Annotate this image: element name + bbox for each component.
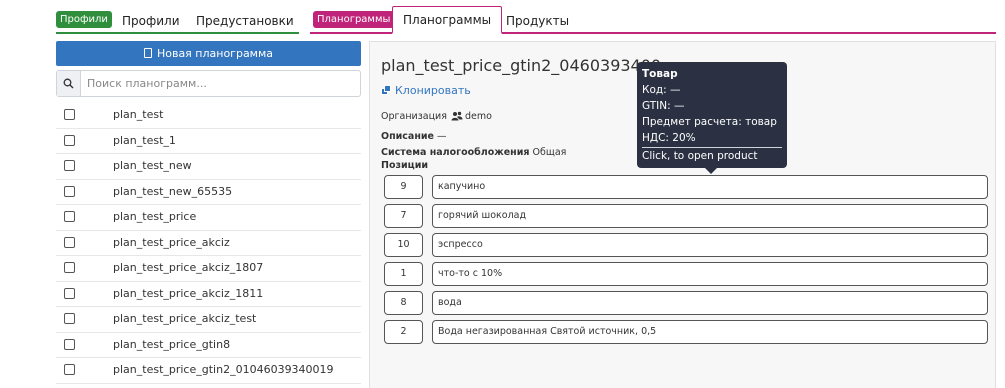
list-item[interactable]: plan_test_1 xyxy=(56,129,361,154)
list-item[interactable]: plan_test xyxy=(56,103,361,129)
search-box xyxy=(56,70,361,97)
tooltip-hint: Click, to open product xyxy=(642,150,758,162)
description-label: Описание xyxy=(381,131,435,142)
organization-line: Организация demo xyxy=(381,111,492,122)
row-checkbox[interactable] xyxy=(64,262,75,273)
planogram-name[interactable]: plan_test_price_gtin2_01046039340019 xyxy=(113,363,334,376)
tab-profiles[interactable]: Профили xyxy=(122,10,180,32)
profiles-tab-underline xyxy=(56,32,299,34)
position-row: 8 вода xyxy=(384,291,988,320)
clone-icon xyxy=(381,85,391,95)
list-item[interactable]: plan_test_price_akciz_1811 xyxy=(56,282,361,307)
position-product[interactable]: вода xyxy=(432,291,988,315)
description-line: Описание — xyxy=(381,131,447,142)
clone-link[interactable]: Клонировать xyxy=(381,84,471,97)
tab-planograms[interactable]: Планограммы xyxy=(392,6,503,34)
planogram-name[interactable]: plan_test xyxy=(113,108,163,121)
row-checkbox[interactable] xyxy=(64,364,75,375)
clone-label: Клонировать xyxy=(395,84,471,97)
position-row: 1 что-то с 10% xyxy=(384,262,988,291)
taxation-line: Система налогообложения Общая xyxy=(381,147,566,158)
position-quantity[interactable]: 10 xyxy=(384,233,423,257)
tooltip-vat: НДС: 20% xyxy=(642,132,696,144)
tooltip-gtin: GTIN: — xyxy=(642,100,685,112)
position-quantity[interactable]: 1 xyxy=(384,262,423,286)
planogram-list: plan_test plan_test_1 plan_test_new plan_te… xyxy=(56,103,361,384)
row-checkbox[interactable] xyxy=(64,160,75,171)
list-item[interactable]: plan_test_price_akciz xyxy=(56,231,361,256)
position-product[interactable]: капучино xyxy=(432,175,988,199)
organization-value[interactable]: demo xyxy=(465,111,492,122)
row-checkbox[interactable] xyxy=(64,211,75,222)
new-planogram-button[interactable]: Новая планограмма xyxy=(56,41,361,66)
position-quantity[interactable]: 8 xyxy=(384,291,423,315)
organization-label: Организация xyxy=(381,111,447,122)
planogram-name[interactable]: plan_test_new xyxy=(113,159,192,172)
row-checkbox[interactable] xyxy=(64,109,75,120)
list-item[interactable]: plan_test_price_akciz_1807 xyxy=(56,256,361,282)
tab-presets[interactable]: Предустановки xyxy=(196,10,294,32)
position-row: 10 эспрессо xyxy=(384,233,988,262)
planogram-name[interactable]: plan_test_price_akciz_1807 xyxy=(113,261,263,274)
search-input[interactable] xyxy=(87,71,357,96)
position-product[interactable]: Вода негазированная Святой источник, 0,5 xyxy=(432,320,988,344)
positions-heading: Позиции xyxy=(381,160,429,171)
list-item[interactable]: plan_test_price_gtin8 xyxy=(56,333,361,358)
planogram-name[interactable]: plan_test_price_akciz_test xyxy=(113,312,256,325)
positions-list: 9 капучино 7 горячий шоколад 10 эспрессо 1 что-… xyxy=(384,175,988,349)
taxation-value: Общая xyxy=(532,147,567,158)
position-row: 9 капучино xyxy=(384,175,988,204)
tab-products[interactable]: Продукты xyxy=(506,10,569,32)
tooltip-code: Код: — xyxy=(642,84,681,96)
search-icon xyxy=(57,71,81,96)
list-item[interactable]: plan_test_price_gtin2_01046039340019 xyxy=(56,358,361,384)
description-value: — xyxy=(437,131,447,142)
position-product[interactable]: горячий шоколад xyxy=(432,204,988,228)
position-row: 7 горячий шоколад xyxy=(384,204,988,233)
product-tooltip[interactable]: Товар Код: — GTIN: — Предмет расчета: то… xyxy=(637,62,787,168)
position-row: 2 Вода негазированная Святой источник, 0,… xyxy=(384,320,988,349)
planogram-name[interactable]: plan_test_price_akciz_1811 xyxy=(113,287,263,300)
planogram-name[interactable]: plan_test_1 xyxy=(113,134,176,147)
planograms-section-badge: Планограммы xyxy=(313,11,395,28)
new-planogram-label: Новая планограмма xyxy=(156,47,274,60)
planogram-title: plan_test_price_gtin2_0460393400 xyxy=(381,56,662,75)
tooltip-subject: Предмет расчета: товар xyxy=(642,116,777,128)
planogram-name[interactable]: plan_test_price xyxy=(113,210,196,223)
document-icon xyxy=(143,48,152,58)
tooltip-title: Товар xyxy=(642,68,678,80)
position-quantity[interactable]: 7 xyxy=(384,204,423,228)
users-icon xyxy=(451,111,463,121)
planogram-name[interactable]: plan_test_new_65535 xyxy=(113,185,232,198)
profiles-section-badge: Профили xyxy=(56,11,112,28)
position-product[interactable]: что-то с 10% xyxy=(432,262,988,286)
row-checkbox[interactable] xyxy=(64,236,75,248)
row-checkbox[interactable] xyxy=(64,338,75,350)
position-product[interactable]: эспрессо xyxy=(432,233,988,257)
planogram-name[interactable]: plan_test_price_gtin8 xyxy=(113,338,230,351)
row-checkbox[interactable] xyxy=(64,134,75,146)
tooltip-arrow xyxy=(705,168,717,174)
row-checkbox[interactable] xyxy=(64,185,75,197)
position-quantity[interactable]: 2 xyxy=(384,320,423,344)
list-item[interactable]: plan_test_new_65535 xyxy=(56,180,361,205)
list-item[interactable]: plan_test_new xyxy=(56,154,361,180)
row-checkbox[interactable] xyxy=(64,287,75,299)
planogram-name[interactable]: plan_test_price_akciz xyxy=(113,236,230,249)
list-item[interactable]: plan_test_price_akciz_test xyxy=(56,307,361,333)
list-item[interactable]: plan_test_price xyxy=(56,205,361,231)
row-checkbox[interactable] xyxy=(64,313,75,324)
position-quantity[interactable]: 9 xyxy=(384,175,423,199)
taxation-label: Система налогообложения xyxy=(381,147,530,158)
